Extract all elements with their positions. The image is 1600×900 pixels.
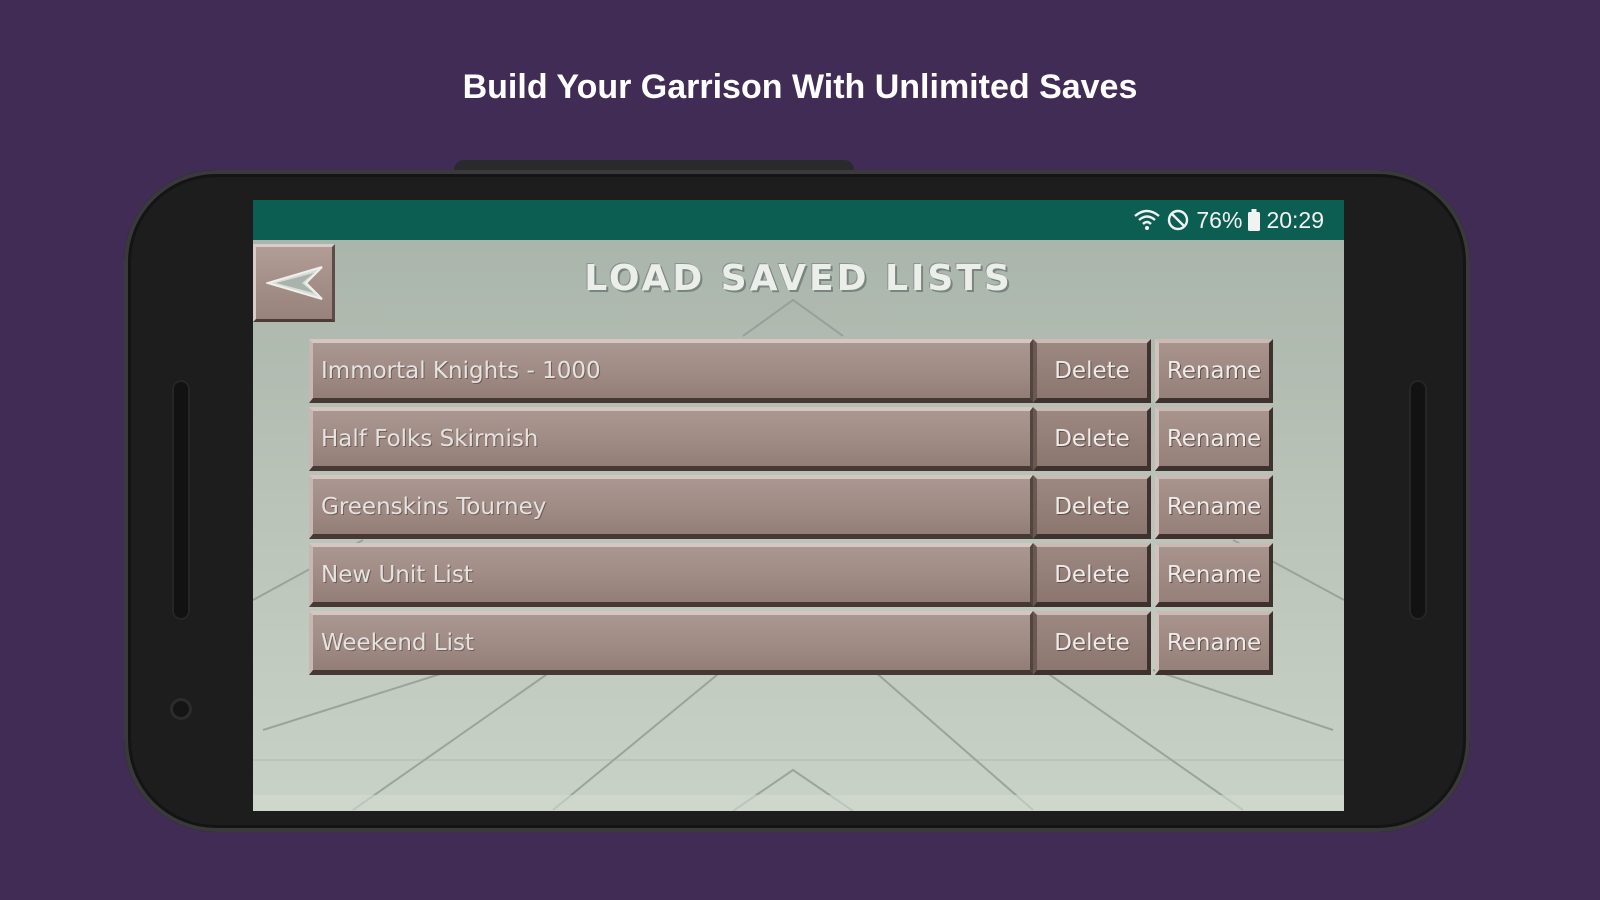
status-indicators: 76% 20:29 [1134, 200, 1324, 240]
wifi-icon [1134, 209, 1161, 231]
saved-lists: Immortal Knights - 1000 Delete Rename Ha… [309, 339, 1289, 679]
list-name-button[interactable]: Greenskins Tourney [309, 475, 1033, 539]
phone-screen: 76% 20:29 LOAD SAVED LISTS Immortal Knig… [253, 200, 1344, 811]
list-name-button[interactable]: Immortal Knights - 1000 [309, 339, 1033, 403]
load-saved-lists-screen: LOAD SAVED LISTS Immortal Knights - 1000… [253, 240, 1344, 811]
delete-button[interactable]: Delete [1033, 611, 1151, 675]
list-item: Half Folks Skirmish Delete Rename [309, 407, 1289, 471]
delete-button[interactable]: Delete [1033, 407, 1151, 471]
rename-button[interactable]: Rename [1155, 407, 1273, 471]
delete-button[interactable]: Delete [1033, 543, 1151, 607]
page-title: LOAD SAVED LISTS [584, 258, 1013, 299]
list-name-button[interactable]: Half Folks Skirmish [309, 407, 1033, 471]
phone-speaker-right [1409, 380, 1427, 620]
status-time: 20:29 [1266, 206, 1324, 233]
list-item: Greenskins Tourney Delete Rename [309, 475, 1289, 539]
status-bar: 76% 20:29 [253, 200, 1344, 240]
rename-button[interactable]: Rename [1155, 339, 1273, 403]
rename-button[interactable]: Rename [1155, 475, 1273, 539]
battery-percent: 76% [1196, 206, 1243, 233]
phone-speaker-left [172, 380, 190, 620]
rename-button[interactable]: Rename [1155, 611, 1273, 675]
list-item: New Unit List Delete Rename [309, 543, 1289, 607]
battery-icon [1248, 209, 1261, 231]
list-item: Immortal Knights - 1000 Delete Rename [309, 339, 1289, 403]
do-not-disturb-icon [1166, 208, 1190, 232]
delete-button[interactable]: Delete [1033, 475, 1151, 539]
list-item: Weekend List Delete Rename [309, 611, 1289, 675]
rename-button[interactable]: Rename [1155, 543, 1273, 607]
list-name-button[interactable]: New Unit List [309, 543, 1033, 607]
list-name-button[interactable]: Weekend List [309, 611, 1033, 675]
promo-headline: Build Your Garrison With Unlimited Saves [462, 68, 1138, 106]
phone-camera [170, 698, 192, 720]
delete-button[interactable]: Delete [1033, 339, 1151, 403]
